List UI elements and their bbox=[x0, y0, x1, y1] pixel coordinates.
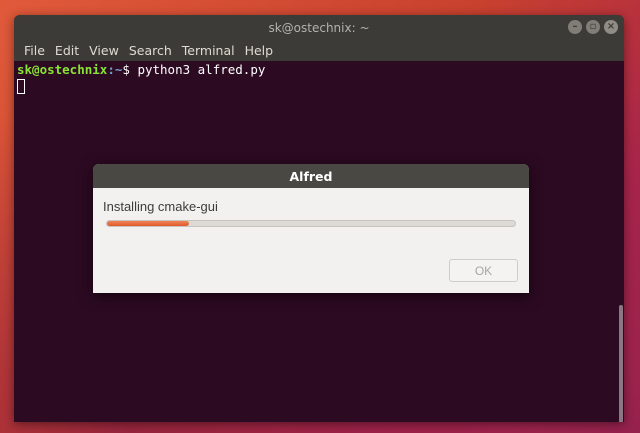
install-status-text: Installing cmake-gui bbox=[103, 199, 218, 214]
terminal-title: sk@ostechnix: ~ bbox=[268, 20, 370, 35]
menu-search[interactable]: Search bbox=[124, 43, 177, 58]
text-cursor bbox=[17, 79, 25, 94]
menu-terminal[interactable]: Terminal bbox=[177, 43, 240, 58]
prompt-user: sk@ostechnix bbox=[17, 62, 108, 77]
menu-help[interactable]: Help bbox=[240, 43, 279, 58]
alfred-dialog: Alfred Installing cmake-gui OK bbox=[93, 164, 529, 293]
dialog-titlebar[interactable]: Alfred bbox=[93, 164, 529, 188]
terminal-titlebar[interactable]: sk@ostechnix: ~ – ▫ × bbox=[14, 15, 624, 40]
window-controls: – ▫ × bbox=[568, 20, 618, 34]
prompt-path: :~ bbox=[107, 62, 123, 77]
prompt-symbol: $ bbox=[122, 62, 138, 77]
ok-button[interactable]: OK bbox=[449, 259, 518, 282]
minimize-icon[interactable]: – bbox=[568, 20, 582, 34]
dialog-body: Installing cmake-gui OK bbox=[93, 188, 529, 293]
menu-edit[interactable]: Edit bbox=[50, 43, 84, 58]
maximize-icon[interactable]: ▫ bbox=[586, 20, 600, 34]
menu-file[interactable]: File bbox=[19, 43, 50, 58]
prompt-line: sk@ostechnix:~$ python3 alfred.py bbox=[17, 62, 621, 78]
close-icon[interactable]: × bbox=[604, 20, 618, 34]
menu-view[interactable]: View bbox=[84, 43, 124, 58]
progress-bar-fill bbox=[107, 221, 189, 226]
progress-bar bbox=[106, 220, 516, 227]
terminal-menubar: File Edit View Search Terminal Help bbox=[14, 40, 624, 61]
scrollbar-thumb[interactable] bbox=[619, 305, 623, 422]
command-text: python3 alfred.py bbox=[137, 62, 266, 77]
dialog-title: Alfred bbox=[289, 168, 333, 184]
